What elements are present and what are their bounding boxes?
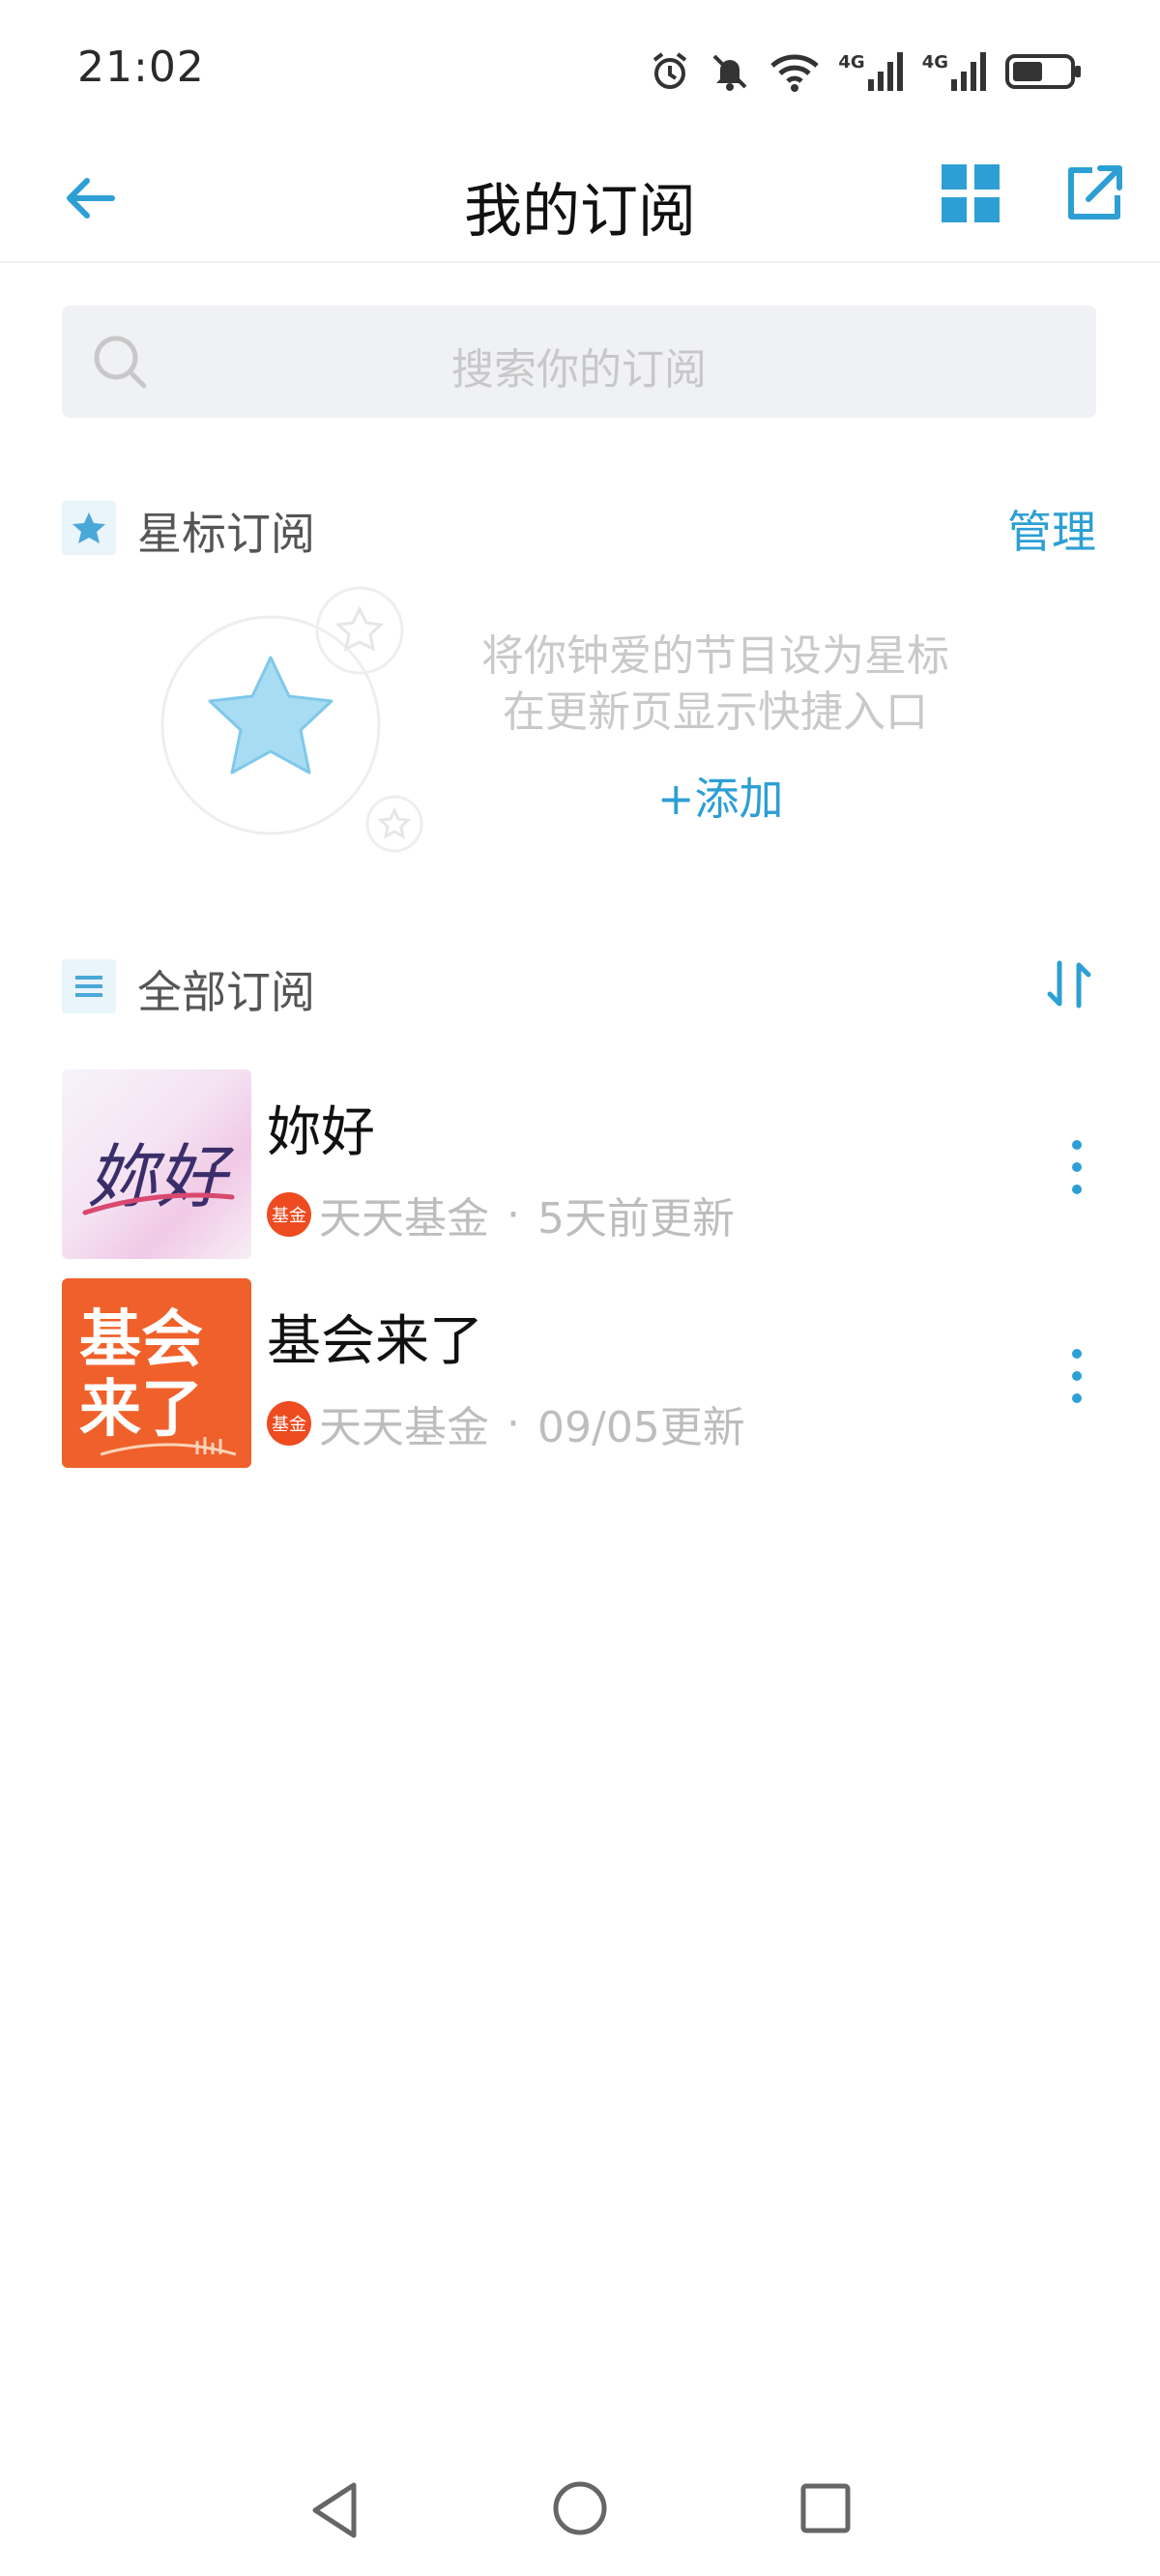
add-starred-button[interactable]: +添加	[657, 764, 784, 828]
thumbnail-wave	[101, 1437, 236, 1456]
status-bar: 21:02 4G 4G	[0, 0, 1160, 135]
list-item[interactable]: 基会 来了 基会来了 基金 天天基金 · 09/05更新	[62, 1278, 1125, 1472]
updated-text: 09/05更新	[537, 1403, 745, 1452]
status-icons: 4G 4G	[649, 43, 1083, 101]
source-badge: 基金	[267, 1401, 311, 1446]
recents-square-icon	[800, 2483, 851, 2533]
source-badge: 基金	[267, 1192, 311, 1237]
thumbnail-swoosh	[82, 1192, 235, 1215]
all-title: 全部订阅	[137, 966, 315, 1018]
star-illustration	[160, 586, 423, 853]
grid-view-button[interactable]	[936, 159, 1005, 228]
4g-signal-icon: 4G	[838, 52, 904, 91]
grid-view-icon	[942, 164, 1000, 222]
starred-title: 星标订阅	[137, 508, 315, 560]
updated-text: 5天前更新	[537, 1194, 735, 1244]
separator: ·	[507, 1189, 520, 1240]
item-title: 基会来了	[267, 1310, 483, 1373]
battery-icon	[1005, 54, 1081, 89]
alarm-icon	[653, 52, 687, 89]
starred-empty-line2: 在更新页显示快捷入口	[503, 688, 928, 737]
search-placeholder: 搜索你的订阅	[451, 345, 707, 395]
sort-button[interactable]	[1042, 957, 1096, 1015]
item-meta: 基金 天天基金 · 5天前更新	[267, 1184, 735, 1245]
header: 我的订阅	[0, 135, 1160, 261]
source-name: 天天基金	[319, 1194, 489, 1244]
network-label: 4G	[921, 52, 948, 73]
more-vertical-icon	[1072, 1140, 1082, 1194]
nav-back-button[interactable]	[307, 2479, 362, 2545]
system-navbar	[0, 2456, 1160, 2576]
more-button[interactable]	[1058, 1342, 1096, 1410]
thumbnail: 妳好	[62, 1069, 251, 1259]
item-meta: 基金 天天基金 · 09/05更新	[267, 1392, 745, 1454]
list-item[interactable]: 妳好 妳好 基金 天天基金 · 5天前更新	[62, 1069, 1125, 1263]
wifi-icon	[770, 54, 820, 92]
home-circle-icon	[553, 2481, 607, 2535]
all-section-header: 全部订阅	[62, 951, 1096, 1019]
sort-icon	[1047, 960, 1091, 1009]
share-icon	[1068, 165, 1122, 220]
status-time: 21:02	[77, 43, 205, 92]
manage-button[interactable]: 管理	[1007, 497, 1096, 561]
star-section-icon	[62, 501, 116, 555]
separator: ·	[507, 1398, 520, 1449]
starred-empty-text: 将你钟爱的节目设为星标 在更新页显示快捷入口	[425, 629, 1005, 741]
nav-home-button[interactable]	[551, 2479, 609, 2541]
search-input[interactable]: 搜索你的订阅	[62, 306, 1096, 418]
item-title: 妳好	[267, 1101, 375, 1164]
mute-icon	[712, 54, 747, 91]
more-vertical-icon	[1072, 1349, 1082, 1403]
share-button[interactable]	[1059, 159, 1129, 228]
starred-empty-line1: 将你钟爱的节目设为星标	[481, 631, 949, 681]
list-section-icon	[62, 959, 116, 1013]
thumbnail: 基会 来了	[62, 1278, 251, 1468]
network-label: 4G	[838, 52, 865, 73]
back-triangle-icon	[312, 2482, 357, 2538]
starred-section-header: 星标订阅 管理	[62, 493, 1096, 561]
nav-recents-button[interactable]	[798, 2481, 853, 2539]
4g-signal-icon: 4G	[922, 52, 988, 91]
source-name: 天天基金	[319, 1403, 489, 1452]
more-button[interactable]	[1058, 1133, 1096, 1201]
